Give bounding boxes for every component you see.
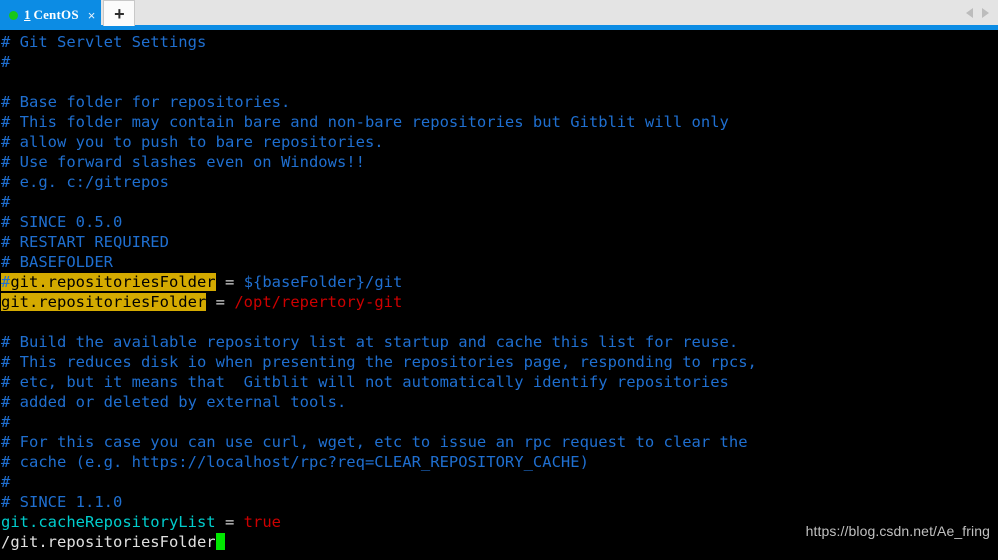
terminal-line: # This folder may contain bare and non-b… [1, 112, 998, 132]
terminal-line: # allow you to push to bare repositories… [1, 132, 998, 152]
terminal-line: # cache (e.g. https://localhost/rpc?req=… [1, 452, 998, 472]
terminal-text-span: git.repositoriesFolder [10, 273, 216, 291]
terminal-text-span: ${baseFolder}/git [243, 273, 403, 291]
tab-title-label: CentOS [33, 7, 79, 22]
terminal-text-span [206, 293, 215, 311]
terminal-text-span: git.cacheRepositoryList [1, 513, 216, 531]
watermark-label: https://blog.csdn.net/Ae_fring [805, 523, 990, 539]
new-tab-button[interactable]: + [103, 0, 136, 26]
terminal-text-span: # SINCE 1.1.0 [1, 493, 123, 511]
terminal-line: # [1, 52, 998, 72]
terminal-text-span [225, 293, 234, 311]
terminal-line: # e.g. c:/gitrepos [1, 172, 998, 192]
terminal-text-span: # Build the available repository list at… [1, 333, 739, 351]
terminal-text-span: # This folder may contain bare and non-b… [1, 113, 729, 131]
terminal-line: # This reduces disk io when presenting t… [1, 352, 998, 372]
terminal-text-buffer: # Git Servlet Settings # # Base folder for… [1, 32, 998, 552]
terminal-line: # SINCE 1.1.0 [1, 492, 998, 512]
terminal-text-span: # [1, 53, 11, 71]
terminal-text-span: # etc, but it means that Gitblit will no… [1, 373, 729, 391]
terminal-text-span: # added or deleted by external tools. [1, 393, 347, 411]
terminal-tab-centos[interactable]: 1 CentOS × [0, 0, 102, 30]
terminal-line: # SINCE 0.5.0 [1, 212, 998, 232]
terminal-line: git.repositoriesFolder = /opt/repertory-… [1, 292, 998, 312]
terminal-line: # RESTART REQUIRED [1, 232, 998, 252]
terminal-text-span: = [215, 293, 225, 311]
terminal-line: # For this case you can use curl, wget, … [1, 432, 998, 452]
terminal-text-span: # e.g. c:/gitrepos [1, 173, 169, 191]
chevron-left-icon[interactable] [966, 8, 973, 18]
terminal-text-span: # [1, 273, 11, 291]
terminal-text-span: # allow you to push to bare repositories… [1, 133, 384, 151]
tab-status-dot [9, 10, 18, 20]
terminal-text-span [234, 513, 243, 531]
terminal-line: # Use forward slashes even on Windows!! [1, 152, 998, 172]
terminal-line: # etc, but it means that Gitblit will no… [1, 372, 998, 392]
terminal-text-span: # SINCE 0.5.0 [1, 213, 123, 231]
terminal-text-span [216, 513, 225, 531]
terminal-cursor [215, 533, 225, 550]
terminal-line: # added or deleted by external tools. [1, 392, 998, 412]
terminal-text-span: git.repositoriesFolder [1, 293, 207, 311]
terminal-line: # [1, 472, 998, 492]
terminal-text-span: # For this case you can use curl, wget, … [1, 433, 748, 451]
terminal-line: # BASEFOLDER [1, 252, 998, 272]
terminal-text-span [234, 273, 243, 291]
close-icon[interactable]: × [88, 9, 96, 22]
terminal-text-span: # BASEFOLDER [1, 253, 113, 271]
terminal-text-span: # [1, 193, 11, 211]
terminal-text-span: # Git Servlet Settings [1, 33, 207, 51]
terminal-line: # Git Servlet Settings [1, 32, 998, 52]
terminal-line: # [1, 192, 998, 212]
terminal-text-span: = [225, 273, 235, 291]
tab-bar: 1 CentOS × + [0, 0, 998, 30]
terminal-text-span: # cache (e.g. https://localhost/rpc?req=… [1, 453, 589, 471]
terminal-line: # Build the available repository list at… [1, 332, 998, 352]
tab-scroll-controls [966, 0, 998, 26]
terminal-text-span: # [1, 413, 11, 431]
terminal-text-span: # Use forward slashes even on Windows!! [1, 153, 365, 171]
terminal-text-span: = [224, 513, 235, 531]
terminal-text-span: # RESTART REQUIRED [1, 233, 169, 251]
tab-index-label: 1 [24, 7, 31, 22]
terminal-text-span: # This reduces disk io when presenting t… [1, 353, 757, 371]
terminal-text-span: /opt/repertory-git [234, 293, 403, 311]
terminal-line: # [1, 412, 998, 432]
terminal-line: # Base folder for repositories. [1, 92, 998, 112]
terminal-text-span: true [243, 513, 281, 531]
chevron-right-icon[interactable] [982, 8, 989, 18]
terminal-screen[interactable]: # Git Servlet Settings # # Base folder for… [0, 30, 998, 560]
terminal-text-span: /git.repositoriesFolder [1, 533, 216, 551]
terminal-text-span: # Base folder for repositories. [1, 93, 291, 111]
terminal-text-span [216, 273, 225, 291]
terminal-line: #git.repositoriesFolder = ${baseFolder}/… [1, 272, 998, 292]
terminal-text-span: # [1, 473, 11, 491]
